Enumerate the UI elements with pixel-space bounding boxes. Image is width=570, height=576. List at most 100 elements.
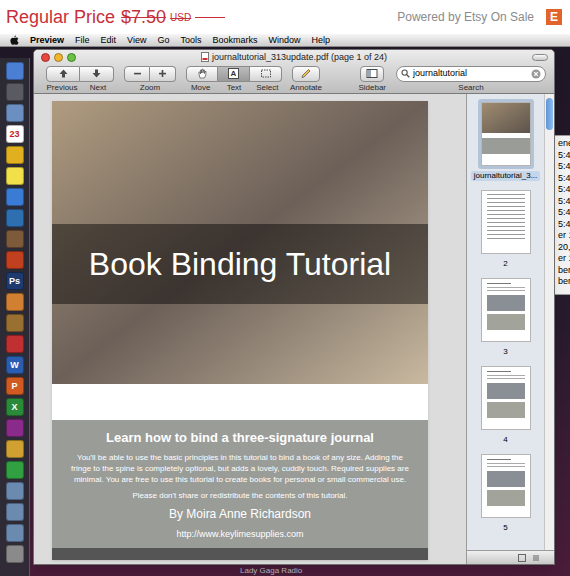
dock-app-icon[interactable] <box>6 503 24 521</box>
thumb-line <box>487 283 511 284</box>
search-field[interactable]: journaltutorial <box>396 66 546 82</box>
title-band: Book Binding Tutorial <box>52 224 428 304</box>
toolbar-button[interactable] <box>46 66 80 82</box>
thumb-line <box>487 210 525 211</box>
traffic-lights <box>34 53 104 62</box>
thumbnail-frame[interactable] <box>478 275 534 345</box>
dock-app-icon[interactable]: P <box>6 377 24 395</box>
view-toggle-icon <box>518 554 526 562</box>
thumbnail-list: journaltutorial_3... 2 3 45 <box>467 94 544 550</box>
dock-app-icon[interactable]: X <box>6 398 24 416</box>
thumb-line <box>487 238 525 239</box>
thumb-line <box>487 218 525 219</box>
dock-app-icon[interactable] <box>6 104 24 122</box>
title-bar: journaltutorial_313update.pdf (page 1 of… <box>34 50 554 65</box>
dock-app-icon[interactable] <box>6 293 24 311</box>
dock-app-icon[interactable] <box>6 209 24 227</box>
page-thumbnail[interactable]: 3 <box>478 275 534 357</box>
thumb-line <box>487 230 525 231</box>
page-thumbnail[interactable]: 4 <box>478 363 534 445</box>
dock-app-icon[interactable] <box>6 230 24 248</box>
select-icon <box>260 68 272 79</box>
minimize-button[interactable] <box>54 53 63 62</box>
zoom-in-icon <box>157 68 168 79</box>
zoom-button[interactable] <box>67 53 76 62</box>
toolbar-label: Move <box>186 83 215 93</box>
menu-item[interactable]: View <box>127 36 146 45</box>
powered-by[interactable]: Powered by Etsy On Sale <box>397 8 534 26</box>
page-thumbnail[interactable]: journaltutorial_3... <box>471 99 541 181</box>
search-group: journaltutorial Search <box>396 66 546 93</box>
sidebar-scrollbar[interactable] <box>544 94 554 550</box>
dock-app-icon[interactable] <box>6 146 24 164</box>
thumbnail-frame[interactable] <box>478 451 534 521</box>
dock-app-icon[interactable] <box>6 83 24 101</box>
dock-app-icon[interactable] <box>6 524 24 542</box>
dock-app-icon[interactable] <box>6 461 24 479</box>
thumb-line <box>487 466 525 467</box>
intro-heading: Learn how to bind a three-signature jour… <box>106 430 374 446</box>
thumbnail-frame[interactable] <box>478 187 534 257</box>
thumbnail-label: journaltutorial_3... <box>471 171 541 181</box>
sidebar-body: journaltutorial_3... 2 3 45 <box>467 94 554 550</box>
menu-item[interactable]: Go <box>157 36 169 45</box>
site-url[interactable]: http://www.keylimesupplies.com <box>176 528 303 540</box>
footer-strip <box>52 548 428 560</box>
thumbnail-frame[interactable] <box>478 99 534 169</box>
list-cell: 5:45 <box>558 207 570 219</box>
menu-item[interactable]: Help <box>311 36 330 45</box>
menu-item[interactable]: Tools <box>180 36 201 45</box>
toolbar-button[interactable]: A <box>218 66 250 82</box>
toolbar-button[interactable] <box>150 66 176 82</box>
app-menu[interactable]: Preview <box>30 36 64 45</box>
toolbar-button[interactable] <box>360 66 384 82</box>
toolbar-label: Next <box>82 83 114 93</box>
apple-icon <box>10 35 19 45</box>
dock-app-icon[interactable]: 23 <box>6 125 24 143</box>
dock-app-icon[interactable] <box>6 314 24 332</box>
document-area: Book Binding Tutorial Learn how to bind a… <box>34 94 466 564</box>
regular-price-label: Regular Price <box>6 4 115 31</box>
thumbnail-label: 3 <box>500 347 510 357</box>
scroll-thumb[interactable] <box>546 98 553 130</box>
search-value[interactable]: journaltutorial <box>413 69 528 78</box>
thumb-line <box>487 371 511 372</box>
dock-app-icon[interactable] <box>6 335 24 353</box>
toolbar-group: PreviousNext <box>46 66 114 93</box>
dock-app-icon[interactable] <box>6 62 24 80</box>
dock-app-icon[interactable] <box>6 167 24 185</box>
menu-item[interactable]: File <box>75 36 90 45</box>
toolbar-button[interactable] <box>250 66 282 82</box>
dock-app-icon[interactable] <box>6 440 24 458</box>
thumbnail-frame[interactable] <box>478 363 534 433</box>
dock-app-icon[interactable] <box>6 545 24 563</box>
dock-app-icon[interactable] <box>6 251 24 269</box>
page-thumbnail[interactable]: 5 <box>478 451 534 533</box>
menu-item[interactable]: Bookmarks <box>212 36 257 45</box>
toolbar-label: Search <box>458 83 483 93</box>
page-thumbnail[interactable]: 2 <box>478 187 534 269</box>
toolbar-button[interactable] <box>292 66 320 82</box>
toolbar-label: Annotate <box>290 83 322 93</box>
menu-item[interactable]: Edit <box>101 36 117 45</box>
etsy-icon[interactable]: E <box>546 9 562 25</box>
toolbar-button[interactable] <box>186 66 218 82</box>
dock-app-icon[interactable] <box>6 188 24 206</box>
thumb-line <box>487 290 525 291</box>
toolbar-toggle-button[interactable] <box>532 54 548 61</box>
dock-app-icon[interactable]: Ps <box>6 272 24 290</box>
up-icon <box>58 68 69 79</box>
list-cell: ber 4 <box>558 276 570 288</box>
toolbar-group: AMoveTextSelect <box>186 66 282 93</box>
down-icon <box>91 68 102 79</box>
close-button[interactable] <box>41 53 50 62</box>
toolbar-button[interactable] <box>80 66 114 82</box>
pdf-file-icon <box>201 52 209 62</box>
thumb-line <box>487 206 525 207</box>
toolbar-button[interactable] <box>124 66 150 82</box>
document-title: Book Binding Tutorial <box>89 245 391 283</box>
menu-item[interactable]: Window <box>268 36 300 45</box>
dock-app-icon[interactable] <box>6 419 24 437</box>
dock-app-icon[interactable]: W <box>6 356 24 374</box>
dock-app-icon[interactable] <box>6 482 24 500</box>
